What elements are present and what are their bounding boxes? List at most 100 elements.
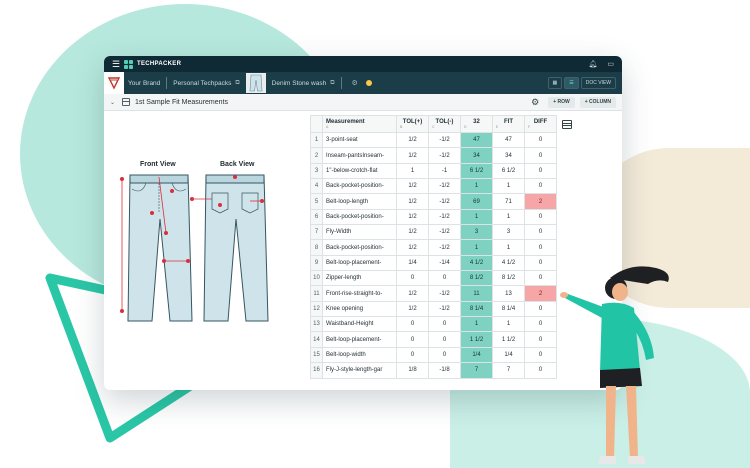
tol-plus-cell[interactable]: 1/2	[396, 285, 429, 302]
table-row[interactable]: 1 3-point-seat 1/2 -1/2 47 47 0	[310, 131, 577, 149]
fit-cell[interactable]: 1	[492, 208, 525, 226]
measurement-cell[interactable]: Belt-loop-length	[322, 193, 397, 210]
menu-icon[interactable]: ☰	[112, 59, 124, 70]
measurement-cell[interactable]: Back-pocket-position-	[322, 208, 397, 226]
row-number-cell[interactable]: 6	[310, 208, 323, 226]
table-row[interactable]: 15 Belt-loop-width 0 0 1/4 1/4 0	[310, 346, 577, 364]
fit-cell[interactable]: 1 1/2	[492, 331, 525, 348]
table-row[interactable]: 3 1"-below-crotch-flat 1 -1 6 1/2 6 1/2 0	[310, 162, 577, 180]
tol-minus-cell[interactable]: -1/2	[428, 147, 461, 164]
size-32-cell[interactable]: 8 1/4	[460, 300, 493, 318]
diff-cell[interactable]: 2	[524, 193, 557, 210]
column-header-fit[interactable]: FIT E	[492, 115, 525, 133]
grid-view-icon[interactable]: ▦	[547, 77, 563, 89]
tol-plus-cell[interactable]: 0	[396, 346, 429, 364]
row-number-cell[interactable]: 11	[310, 285, 323, 302]
row-number-cell[interactable]: 14	[310, 331, 323, 348]
diff-cell[interactable]: 0	[524, 300, 557, 318]
fit-cell[interactable]: 8 1/4	[492, 300, 525, 318]
measurement-cell[interactable]: Back-pocket-position-	[322, 239, 397, 256]
size-32-cell[interactable]: 3	[460, 224, 493, 241]
tol-minus-cell[interactable]: -1/2	[428, 300, 461, 318]
row-number-cell[interactable]: 10	[310, 270, 323, 287]
table-row[interactable]: 5 Belt-loop-length 1/2 -1/2 69 71 2	[310, 193, 577, 210]
column-header-tol-plus[interactable]: TOL(+) B	[396, 115, 429, 133]
table-row[interactable]: 13 Waistband-Height 0 0 1 1 0	[310, 316, 577, 333]
diff-cell[interactable]: 0	[524, 147, 557, 164]
fit-cell[interactable]: 47	[492, 131, 525, 149]
tol-minus-cell[interactable]: -1/2	[428, 131, 461, 149]
table-row[interactable]: 6 Back-pocket-position- 1/2 -1/2 1 1 0	[310, 208, 577, 226]
fit-cell[interactable]: 7	[492, 362, 525, 379]
diff-cell[interactable]: 0	[524, 162, 557, 180]
row-number-cell[interactable]: 7	[310, 224, 323, 241]
diff-cell[interactable]: 0	[524, 316, 557, 333]
measurement-cell[interactable]: Belt-loop-placement-	[322, 254, 397, 272]
add-row-button[interactable]: + ROW	[548, 96, 575, 108]
fit-cell[interactable]: 4 1/2	[492, 254, 525, 272]
diff-cell[interactable]: 0	[524, 208, 557, 226]
fit-cell[interactable]: 1	[492, 239, 525, 256]
notification-bell-icon[interactable]: 🔔︎	[588, 60, 597, 68]
measurement-cell[interactable]: Inseam-pantsInseam-	[322, 147, 397, 164]
table-row[interactable]: 14 Belt-loop-placement- 0 0 1 1/2 1 1/2 0	[310, 331, 577, 348]
column-header-tol-minus[interactable]: TOL(-) C	[428, 115, 461, 133]
settings-gear-icon[interactable]: ⚙	[352, 79, 358, 87]
table-row[interactable]: 7 Fly-Width 1/2 -1/2 3 3 0	[310, 224, 577, 241]
measurement-cell[interactable]: Knee opening	[322, 300, 397, 318]
column-header-measurement[interactable]: Measurement A	[322, 115, 397, 133]
row-number-cell[interactable]: 13	[310, 316, 323, 333]
chat-icon[interactable]: ▭	[607, 60, 614, 68]
doc-view-button[interactable]: DOC VIEW	[580, 77, 616, 89]
tol-minus-cell[interactable]: -1/2	[428, 285, 461, 302]
table-row[interactable]: 10 Zipper-length 0 0 8 1/2 8 1/2 0	[310, 270, 577, 287]
fit-cell[interactable]: 1/4	[492, 346, 525, 364]
size-32-cell[interactable]: 34	[460, 147, 493, 164]
table-row[interactable]: 4 Back-pocket-position- 1/2 -1/2 1 1 0	[310, 178, 577, 195]
fit-cell[interactable]: 34	[492, 147, 525, 164]
row-number-cell[interactable]: 16	[310, 362, 323, 379]
diff-cell[interactable]: 0	[524, 362, 557, 379]
column-settings-button[interactable]	[557, 116, 577, 133]
measurement-cell[interactable]: Waistband-Height	[322, 316, 397, 333]
tol-plus-cell[interactable]: 1/2	[396, 131, 429, 149]
list-view-icon[interactable]: ☰	[564, 77, 579, 89]
tol-minus-cell[interactable]: -1/2	[428, 224, 461, 241]
measurement-cell[interactable]: Belt-loop-placement-	[322, 331, 397, 348]
measurement-cell[interactable]: 1"-below-crotch-flat	[322, 162, 397, 180]
tol-minus-cell[interactable]: -1/2	[428, 208, 461, 226]
size-32-cell[interactable]: 11	[460, 285, 493, 302]
table-row[interactable]: 12 Knee opening 1/2 -1/2 8 1/4 8 1/4 0	[310, 300, 577, 318]
tol-plus-cell[interactable]: 0	[396, 316, 429, 333]
size-32-cell[interactable]: 1	[460, 316, 493, 333]
fit-cell[interactable]: 3	[492, 224, 525, 241]
fit-cell[interactable]: 1	[492, 178, 525, 195]
diff-cell[interactable]: 0	[524, 254, 557, 272]
measurement-cell[interactable]: Back-pocket-position-	[322, 178, 397, 195]
size-32-cell[interactable]: 8 1/2	[460, 270, 493, 287]
diff-cell[interactable]: 0	[524, 178, 557, 195]
row-number-cell[interactable]: 2	[310, 147, 323, 164]
measurement-cell[interactable]: Belt-loop-width	[322, 346, 397, 364]
tol-minus-cell[interactable]: -1	[428, 162, 461, 180]
tol-plus-cell[interactable]: 1/2	[396, 224, 429, 241]
tol-minus-cell[interactable]: -1/2	[428, 193, 461, 210]
diff-cell[interactable]: 0	[524, 346, 557, 364]
measurement-cell[interactable]: Zipper-length	[322, 270, 397, 287]
breadcrumb-collection[interactable]: Personal Techpacks ⧉	[169, 72, 243, 94]
chevron-down-icon[interactable]: ⌄	[110, 99, 122, 106]
section-settings-icon[interactable]: ⚙	[531, 97, 539, 108]
row-number-cell[interactable]: 12	[310, 300, 323, 318]
row-number-cell[interactable]: 8	[310, 239, 323, 256]
measurement-cell[interactable]: Fly-Width	[322, 224, 397, 241]
add-column-button[interactable]: + COLUMN	[579, 96, 616, 108]
row-number-cell[interactable]: 1	[310, 131, 323, 149]
fit-cell[interactable]: 6 1/2	[492, 162, 525, 180]
size-32-cell[interactable]: 1/4	[460, 346, 493, 364]
tol-plus-cell[interactable]: 1/2	[396, 208, 429, 226]
diff-cell[interactable]: 0	[524, 224, 557, 241]
tol-plus-cell[interactable]: 1/2	[396, 147, 429, 164]
external-link-icon[interactable]: ⧉	[330, 80, 334, 87]
diff-cell[interactable]: 0	[524, 239, 557, 256]
tol-minus-cell[interactable]: 0	[428, 270, 461, 287]
